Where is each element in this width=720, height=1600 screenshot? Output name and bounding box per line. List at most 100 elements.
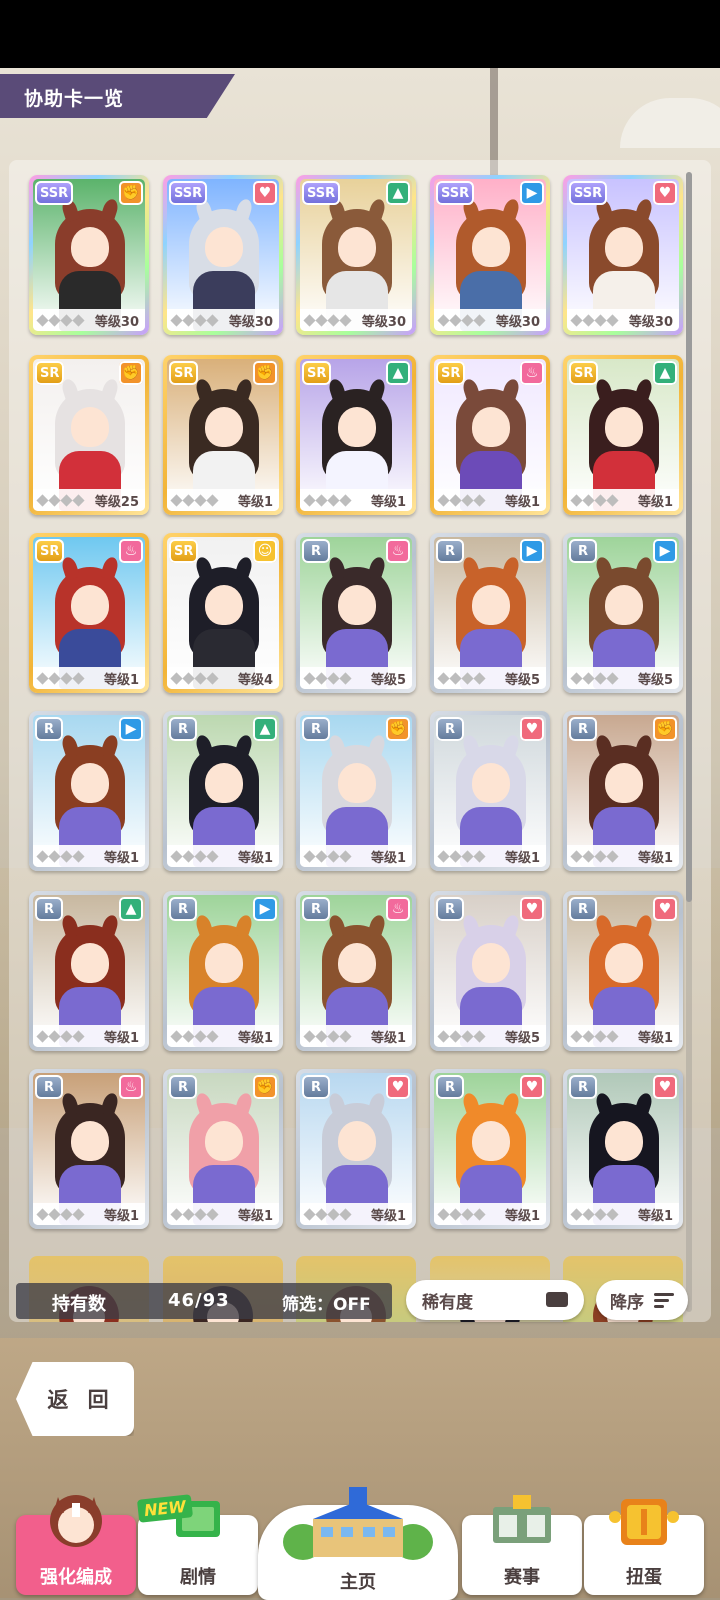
bottom-nav: 强化编成 剧情 NEW 主页 赛事 扭蛋 [0,1487,720,1600]
support-card[interactable]: SR ▲ 等级1 [296,355,416,515]
limit-break-indicator [437,1207,486,1221]
support-card[interactable]: R ▲ 等级1 [29,891,149,1051]
support-card[interactable]: R ✊ 等级1 [296,711,416,871]
limit-break-diamond-icon [606,671,619,685]
limit-break-diamond-icon [339,313,352,327]
card-level: 等级1 [103,850,139,866]
limit-break-diamond-icon [594,493,607,507]
nav-story[interactable]: 剧情 [138,1501,258,1595]
card-level: 等级30 [361,314,406,330]
stamina-heart-icon: ♥ [520,1075,544,1099]
nav-home[interactable]: 主页 [258,1487,458,1600]
support-card[interactable]: SR ▲ 等级1 [563,355,683,515]
limit-break-diamond-icon [570,849,583,863]
limit-break-diamond-icon [594,671,607,685]
rarity-badge: R [35,897,63,921]
support-card[interactable]: SR ♨ 等级1 [29,533,149,693]
gacha-machine-icon [609,1499,679,1545]
race-gate-icon [493,1495,551,1543]
rarity-badge: R [569,539,597,563]
limit-break-indicator [303,849,352,863]
card-footer: 等级5 [300,667,412,689]
speed-shoe-icon: ▶ [653,539,677,563]
support-card[interactable]: R ♨ 等级1 [296,891,416,1051]
support-card[interactable]: SR ✊ 等级1 [163,355,283,515]
rarity-badge: SSR [302,181,341,205]
support-card[interactable]: R ♥ 等级1 [296,1069,416,1229]
limit-break-indicator [570,849,619,863]
support-card[interactable]: R ♥ 等级1 [563,1069,683,1229]
limit-break-diamond-icon [339,849,352,863]
card-footer: 等级1 [167,1025,279,1047]
support-card[interactable]: SSR ♥ 等级30 [163,175,283,335]
support-card[interactable]: SR ♨ 等级1 [430,355,550,515]
rarity-badge: SR [569,361,599,385]
card-level: 等级4 [237,672,273,688]
stamina-heart-icon: ♥ [520,717,544,741]
limit-break-diamond-icon [48,313,61,327]
back-button[interactable]: 返 回 [16,1362,134,1436]
guts-flame-icon: ♨ [520,361,544,385]
limit-break-indicator [170,849,219,863]
scrollbar-thumb[interactable] [686,172,692,902]
limit-break-diamond-icon [327,849,340,863]
support-card[interactable]: R ♥ 等级1 [430,1069,550,1229]
guts-flame-icon: ♨ [386,897,410,921]
limit-break-diamond-icon [437,849,450,863]
support-card[interactable]: R ♥ 等级5 [430,891,550,1051]
nav-enhance[interactable]: 强化编成 [16,1495,136,1595]
card-level: 等级30 [628,314,673,330]
support-card[interactable]: R ♨ 等级5 [296,533,416,693]
card-footer: 等级1 [300,845,412,867]
filter-bar[interactable]: 持有数 46/93 筛选：OFF [16,1283,392,1319]
support-card[interactable]: R ▶ 等级1 [29,711,149,871]
card-footer: 等级1 [567,489,679,511]
limit-break-diamond-icon [582,1029,595,1043]
support-card[interactable]: SSR ✊ 等级30 [29,175,149,335]
support-card[interactable]: R ✊ 等级1 [563,711,683,871]
support-card[interactable]: R ▶ 等级5 [430,533,550,693]
card-footer: 等级1 [167,489,279,511]
rarity-badge: SSR [35,181,74,205]
limit-break-diamond-icon [461,1029,474,1043]
card-footer: 等级1 [567,845,679,867]
support-card[interactable]: R ✊ 等级1 [163,1069,283,1229]
limit-break-diamond-icon [194,671,207,685]
limit-break-diamond-icon [60,493,73,507]
rarity-badge: SR [436,361,466,385]
support-card[interactable]: SSR ♥ 等级30 [563,175,683,335]
nav-gacha[interactable]: 扭蛋 [584,1499,704,1595]
support-card[interactable]: R ♨ 等级1 [29,1069,149,1229]
nav-race[interactable]: 赛事 [462,1495,582,1595]
support-card[interactable]: R ▲ 等级1 [163,711,283,871]
card-level: 等级1 [370,494,406,510]
chibi-character-icon [50,1495,102,1547]
limit-break-diamond-icon [582,671,595,685]
limit-break-diamond-icon [36,1029,49,1043]
support-card[interactable]: R ♥ 等级1 [430,711,550,871]
support-card[interactable]: SSR ▶ 等级30 [430,175,550,335]
wisdom-icon: ▲ [119,897,143,921]
limit-break-diamond-icon [582,849,595,863]
sort-order-button[interactable]: 降序 [596,1280,688,1320]
guts-flame-icon: ♨ [119,1075,143,1099]
limit-break-diamond-icon [449,849,462,863]
limit-break-diamond-icon [194,1029,207,1043]
support-card[interactable]: SSR ▲ 等级30 [296,175,416,335]
limit-break-indicator [303,671,352,685]
support-card[interactable]: SR ✊ 等级25 [29,355,149,515]
support-card[interactable]: R ♥ 等级1 [563,891,683,1051]
limit-break-diamond-icon [437,1207,450,1221]
support-card[interactable]: R ▶ 等级5 [563,533,683,693]
filter-status[interactable]: 筛选：OFF [282,1290,371,1315]
rarity-badge: R [436,717,464,741]
card-level: 等级1 [370,1208,406,1224]
rarity-badge: R [436,897,464,921]
rarity-badge: R [569,1075,597,1099]
sort-rarity-button[interactable]: 稀有度 [406,1280,584,1320]
limit-break-indicator [170,671,219,685]
card-footer: 等级1 [33,667,145,689]
speed-shoe-icon: ▶ [520,539,544,563]
support-card[interactable]: SR ☺ 等级4 [163,533,283,693]
support-card[interactable]: R ▶ 等级1 [163,891,283,1051]
